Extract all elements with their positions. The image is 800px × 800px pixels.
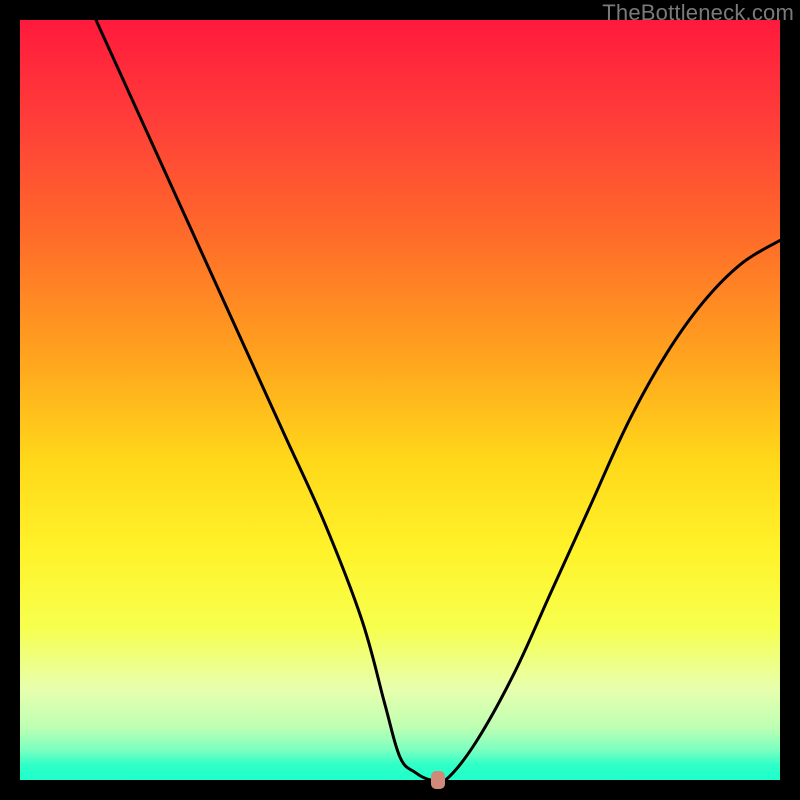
- chart-frame: TheBottleneck.com: [0, 0, 800, 800]
- minimum-marker: [431, 771, 445, 789]
- curve-svg: [20, 20, 780, 780]
- plot-area: [20, 20, 780, 780]
- bottleneck-curve-path: [96, 20, 780, 783]
